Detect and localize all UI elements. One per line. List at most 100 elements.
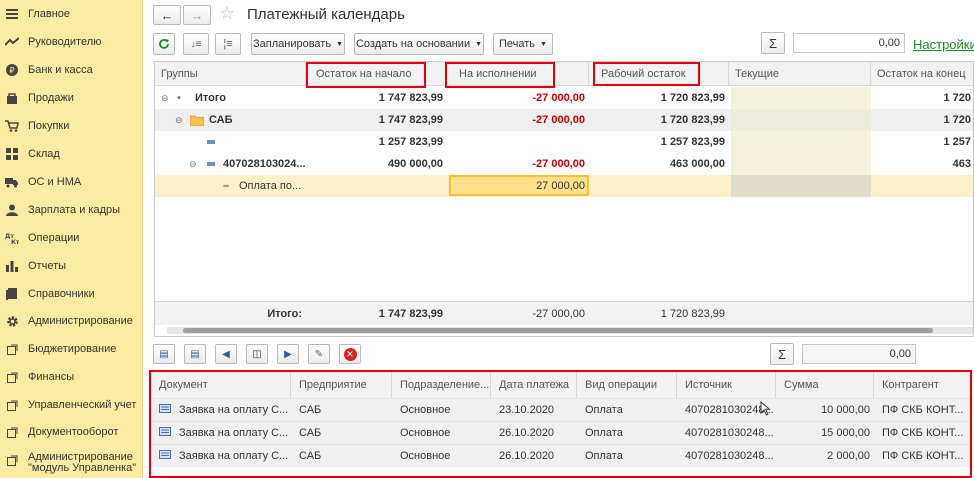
svg-text:₽: ₽ bbox=[9, 66, 14, 75]
page-title: Платежный календарь bbox=[247, 6, 405, 23]
create-button-label: Создать на основании bbox=[355, 38, 471, 50]
sort-button[interactable]: ↓≡ bbox=[183, 33, 209, 55]
documents-table[interactable]: Документ Предприятие Подразделение... Да… bbox=[149, 370, 972, 478]
sidebar-item-warehouse[interactable]: Склад bbox=[0, 146, 143, 162]
horizontal-scrollbar[interactable] bbox=[167, 327, 973, 334]
forward-button[interactable]: → bbox=[183, 5, 211, 25]
sidebar-item-main[interactable]: Главное bbox=[0, 6, 143, 22]
sidebar-item-finance[interactable]: Финансы bbox=[0, 369, 143, 385]
sidebar-item-salary[interactable]: Зарплата и кадры bbox=[0, 202, 143, 218]
settings-link[interactable]: Настройки bbox=[913, 37, 974, 52]
end-balance-cell: 1 720 bbox=[943, 114, 971, 126]
sidebar-item-bank[interactable]: ₽ Банк и касса bbox=[0, 62, 143, 78]
company-cell: САБ bbox=[299, 404, 322, 416]
sidebar-item-management-accounting[interactable]: Управленческий учет bbox=[0, 397, 143, 413]
table-row[interactable]: 1 257 823,99 1 257 823,99 1 257 bbox=[155, 131, 973, 153]
copy-document-button[interactable]: ▤ bbox=[184, 344, 206, 364]
sub-sum-field: 0,00 bbox=[802, 344, 916, 364]
column-header-payment-date[interactable]: Дата платежа bbox=[491, 372, 577, 398]
refresh-button[interactable] bbox=[153, 33, 175, 55]
column-header-end-balance[interactable]: Остаток на конец bbox=[871, 62, 973, 86]
triangle-right-icon: ▶ bbox=[284, 348, 292, 360]
sidebar-item-assets[interactable]: ОС и НМА bbox=[0, 174, 143, 190]
prev-button[interactable]: ◀ bbox=[215, 344, 237, 364]
highlight-box bbox=[445, 62, 555, 88]
star-icon[interactable]: ☆ bbox=[219, 3, 235, 24]
operation-cell: Оплата bbox=[585, 427, 623, 439]
collapse-icon[interactable]: ⊖ bbox=[161, 87, 169, 109]
sidebar-item-label: Главное bbox=[28, 7, 71, 20]
sidebar-item-label: Справочники bbox=[28, 287, 95, 300]
sidebar-item-label: Зарплата и кадры bbox=[28, 203, 121, 216]
sidebar-item-purchases[interactable]: Покупки bbox=[0, 118, 143, 134]
sub-sum-button[interactable]: Σ bbox=[770, 343, 794, 365]
collapse-icon[interactable]: ⊖ bbox=[189, 153, 197, 175]
add-document-button[interactable]: ▤ bbox=[153, 344, 175, 364]
scrollbar-thumb[interactable] bbox=[183, 328, 933, 333]
highlight-box bbox=[593, 62, 700, 86]
sidebar-item-operations[interactable]: Дт Кт Операции bbox=[0, 230, 143, 246]
sidebar-item-directories[interactable]: Справочники bbox=[0, 286, 143, 302]
footer-label: Итого: bbox=[267, 308, 302, 320]
table-row[interactable]: Заявка на оплату С... САБ Основное 23.10… bbox=[151, 398, 970, 421]
delete-button[interactable]: ✕ bbox=[339, 344, 361, 364]
sigma-icon: Σ bbox=[768, 35, 778, 51]
move-button[interactable]: ◫ bbox=[246, 344, 268, 364]
table-row-selected[interactable]: – Оплата по... 27 000,00 bbox=[155, 175, 973, 197]
column-header-company[interactable]: Предприятие bbox=[291, 372, 392, 398]
link-icon bbox=[5, 342, 19, 356]
sidebar-item-budgeting[interactable]: Бюджетирование bbox=[0, 341, 143, 357]
next-button[interactable]: ▶ bbox=[277, 344, 299, 364]
table-row[interactable]: Заявка на оплату С... САБ Основное 26.10… bbox=[151, 421, 970, 444]
start-balance-cell: 1 257 823,99 bbox=[378, 136, 443, 148]
folder-icon bbox=[190, 115, 204, 126]
back-button[interactable]: ← bbox=[153, 5, 181, 25]
current-cell bbox=[731, 87, 871, 109]
footer-in-execution: -27 000,00 bbox=[532, 308, 585, 320]
list-settings-button[interactable]: ¦≡ bbox=[215, 33, 241, 55]
column-header-current[interactable]: Текущие bbox=[729, 62, 871, 86]
sidebar-item-label: Управленческий учет bbox=[28, 398, 137, 411]
sidebar-item-label: Операции bbox=[28, 231, 80, 244]
in-execution-cell: 27 000,00 bbox=[536, 180, 585, 192]
sum-button[interactable]: Σ bbox=[761, 32, 785, 54]
create-based-on-button[interactable]: Создать на основании ▼ bbox=[354, 33, 484, 55]
sidebar-item-label: Продажи bbox=[28, 91, 74, 104]
link-icon bbox=[5, 370, 19, 384]
document-icon bbox=[151, 445, 171, 468]
column-header-groups[interactable]: Группы bbox=[155, 62, 306, 86]
document-cell: Заявка на оплату С... bbox=[179, 427, 289, 439]
source-cell: 4070281030248... bbox=[685, 427, 774, 439]
operation-cell: Оплата bbox=[585, 450, 623, 462]
column-header-amount[interactable]: Сумма bbox=[776, 372, 874, 398]
column-header-department[interactable]: Подразделение... bbox=[392, 372, 491, 398]
sidebar-item-sales[interactable]: Продажи bbox=[0, 90, 143, 106]
date-cell: 26.10.2020 bbox=[499, 427, 555, 439]
column-header-contractor[interactable]: Контрагент bbox=[874, 372, 970, 398]
end-balance-cell: 1 720 bbox=[943, 92, 971, 104]
main-panel: ← → ☆ Платежный календарь ↓≡ ¦≡ Запланир… bbox=[147, 0, 974, 478]
sidebar-item-label: Финансы bbox=[28, 370, 75, 383]
table-row[interactable]: ⊖ 407028103024... 490 000,00 -27 000,00 … bbox=[155, 153, 973, 175]
collapse-icon[interactable]: ⊖ bbox=[175, 109, 183, 131]
column-header-operation-type[interactable]: Вид операции bbox=[577, 372, 677, 398]
edit-button[interactable]: ✎ bbox=[308, 344, 330, 364]
sidebar-item-reports[interactable]: Отчеты bbox=[0, 258, 143, 274]
print-button[interactable]: Печать ▼ bbox=[493, 33, 553, 55]
payment-calendar-grid[interactable]: Группы Остаток на начало На исполнении Р… bbox=[154, 61, 974, 337]
current-cell bbox=[731, 175, 871, 197]
table-row[interactable]: ⊖ САБ 1 747 823,99 -27 000,00 1 720 823,… bbox=[155, 109, 973, 131]
table-row[interactable]: ⊖ • Итого 1 747 823,99 -27 000,00 1 720 … bbox=[155, 87, 973, 109]
column-header-document[interactable]: Документ bbox=[151, 372, 291, 398]
sidebar-item-admin-module[interactable]: Администрирование "модуль Управленка" bbox=[0, 450, 143, 478]
plan-button[interactable]: Запланировать ▼ bbox=[251, 33, 345, 55]
sum-field: 0,00 bbox=[793, 33, 905, 53]
sidebar-item-document-flow[interactable]: Документооборот bbox=[0, 424, 143, 440]
plan-button-label: Запланировать bbox=[252, 38, 332, 50]
sidebar-item-manager[interactable]: Руководителю bbox=[0, 34, 143, 50]
column-header-source[interactable]: Источник bbox=[677, 372, 776, 398]
table-row[interactable]: Заявка на оплату С... САБ Основное 26.10… bbox=[151, 444, 970, 468]
link-icon bbox=[5, 453, 19, 467]
sidebar-item-label: Банк и касса bbox=[28, 63, 93, 76]
sidebar-item-admin[interactable]: Администрирование bbox=[0, 313, 143, 329]
